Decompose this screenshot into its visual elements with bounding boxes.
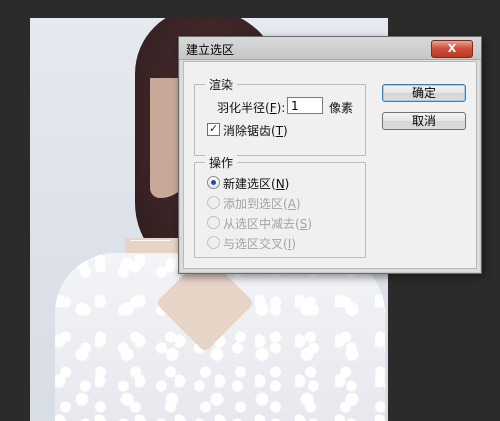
dialog-title: 建立选区	[186, 43, 235, 57]
antialias-label: 消除锯齿(T)	[223, 124, 288, 138]
new-selection-label: 新建选区(N)	[223, 177, 290, 191]
add-to-selection-label: 添加到选区(A)	[223, 197, 301, 211]
make-selection-dialog: 建立选区 X 渲染 羽化半径(F): 像素 ✓ 消除锯齿(T) 操作 新建选区(…	[178, 36, 482, 274]
ok-button[interactable]: 确定	[382, 84, 466, 102]
feather-label: 羽化半径(F):	[217, 101, 286, 115]
intersect-selection-label: 与选区交叉(I)	[223, 237, 296, 251]
dialog-body: 渲染 羽化半径(F): 像素 ✓ 消除锯齿(T) 操作 新建选区(N) 添加到选…	[183, 61, 477, 269]
feather-unit-label: 像素	[329, 101, 354, 115]
operation-group: 操作 新建选区(N) 添加到选区(A) 从选区中减去(S) 与选区交叉(I)	[194, 154, 366, 258]
render-group-title: 渲染	[205, 76, 238, 93]
radio-intersect-selection[interactable]	[207, 236, 220, 249]
radio-add-to-selection[interactable]	[207, 196, 220, 209]
selection-outline	[130, 240, 170, 241]
antialias-checkbox[interactable]: ✓	[207, 122, 220, 136]
dialog-titlebar[interactable]: 建立选区 X	[179, 37, 481, 60]
radio-subtract-from-selection[interactable]	[207, 216, 220, 229]
cancel-button[interactable]: 取消	[382, 112, 466, 130]
operation-group-title: 操作	[205, 154, 238, 171]
checkmark-icon: ✓	[209, 122, 219, 135]
feather-radius-input[interactable]	[287, 97, 323, 114]
render-group: 渲染 羽化半径(F): 像素 ✓ 消除锯齿(T)	[194, 76, 366, 156]
subtract-from-selection-label: 从选区中减去(S)	[223, 217, 312, 231]
close-button[interactable]: X	[431, 40, 473, 58]
radio-new-selection[interactable]	[207, 176, 220, 189]
